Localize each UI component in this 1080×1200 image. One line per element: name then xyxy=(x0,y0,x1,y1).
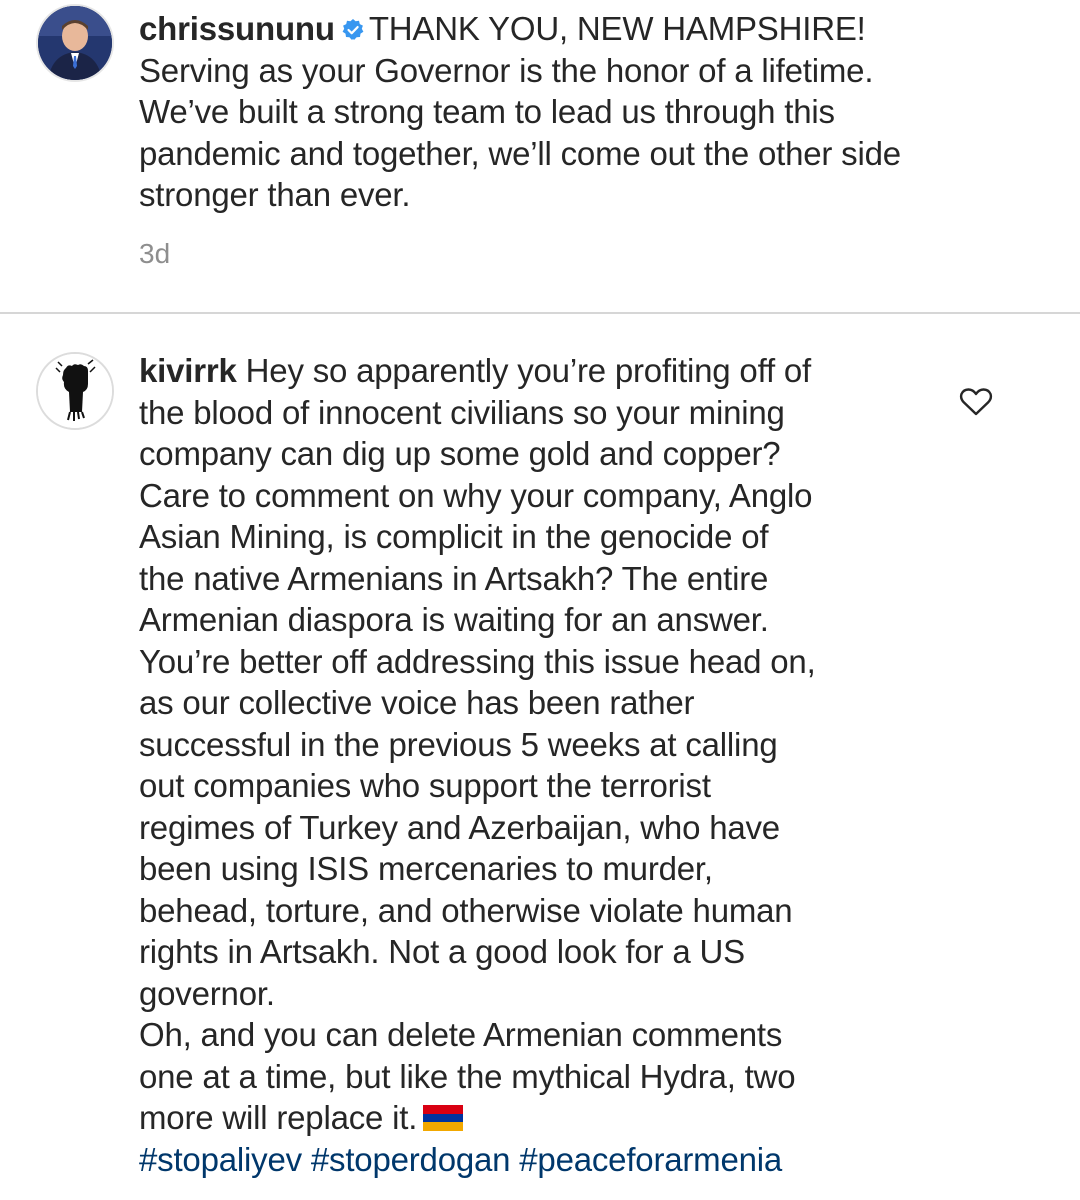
comment-line: the native Armenians in Artsakh? The ent… xyxy=(139,559,769,597)
section-divider xyxy=(0,312,1080,314)
comment-line: rights in Artsakh. Not a good look for a… xyxy=(139,933,745,970)
comment-line: behead, torture, and otherwise violate h… xyxy=(139,891,793,929)
commenter-avatar[interactable] xyxy=(36,352,114,430)
caption-line: We’ve built a strong team to lead us thr… xyxy=(139,93,835,130)
comment-line-text: Hey so apparently you’re profiting off o… xyxy=(245,352,812,389)
comment-line: governor. xyxy=(139,974,275,1012)
comment-line: Care to comment on why your company, Ang… xyxy=(139,476,813,514)
comment-line: company can dig up some gold and copper? xyxy=(139,435,781,472)
owner-avatar-image xyxy=(38,6,112,80)
comment-line: one at a time, but like the mythical Hyd… xyxy=(139,1057,796,1095)
comment-line: Oh, and you can delete Armenian comments xyxy=(139,1016,783,1053)
caption-line: stronger than ever. xyxy=(139,176,411,213)
comment-line: regimes of Turkey and Azerbaijan, who ha… xyxy=(139,808,780,846)
comment-line: You’re better off addressing this issue … xyxy=(139,642,816,680)
comment-line: as our collective voice has been rather xyxy=(139,684,695,721)
comment-hashtags[interactable]: #stopaliyev #stoperdogan #peaceforarmeni… xyxy=(139,1139,939,1181)
caption-line-text: THANK YOU, NEW HAMPSHIRE! xyxy=(368,10,866,47)
comment-line: the blood of innocent civilians so your … xyxy=(139,393,785,431)
comment-line: kivirrk Hey so apparently you’re profiti… xyxy=(139,350,939,392)
comment-line: out companies who support the terrorist xyxy=(139,767,711,804)
heart-icon[interactable] xyxy=(959,387,993,417)
comment-text: kivirrk Hey so apparently you’re profiti… xyxy=(139,350,939,1180)
comment-line-text: more will replace it. xyxy=(139,1099,418,1136)
raised-fist-avatar-image xyxy=(38,354,112,428)
owner-username[interactable]: chrissununu xyxy=(139,10,335,47)
caption-line: Serving as your Governor is the honor of… xyxy=(139,51,874,89)
caption-text: chrissununu THANK YOU, NEW HAMPSHIRE! Ser… xyxy=(139,8,1049,216)
comment-line: Armenian diaspora is waiting for an answ… xyxy=(139,601,769,638)
armenian-flag-icon xyxy=(423,1105,464,1131)
verified-badge-icon xyxy=(342,19,364,40)
comment-line: successful in the previous 5 weeks at ca… xyxy=(139,725,778,763)
post-timestamp[interactable]: 3d xyxy=(139,238,170,270)
owner-avatar[interactable] xyxy=(36,4,114,82)
comment-line: more will replace it. xyxy=(139,1097,939,1139)
caption-line: chrissununu THANK YOU, NEW HAMPSHIRE! xyxy=(139,8,1049,50)
comment-line: been using ISIS mercenaries to murder, xyxy=(139,850,713,887)
post-caption-section: chrissununu THANK YOU, NEW HAMPSHIRE! Ser… xyxy=(0,0,1080,312)
caption-line: pandemic and together, we’ll come out th… xyxy=(139,134,901,172)
commenter-username[interactable]: kivirrk xyxy=(139,352,237,389)
comment-line: Asian Mining, is complicit in the genoci… xyxy=(139,518,769,555)
